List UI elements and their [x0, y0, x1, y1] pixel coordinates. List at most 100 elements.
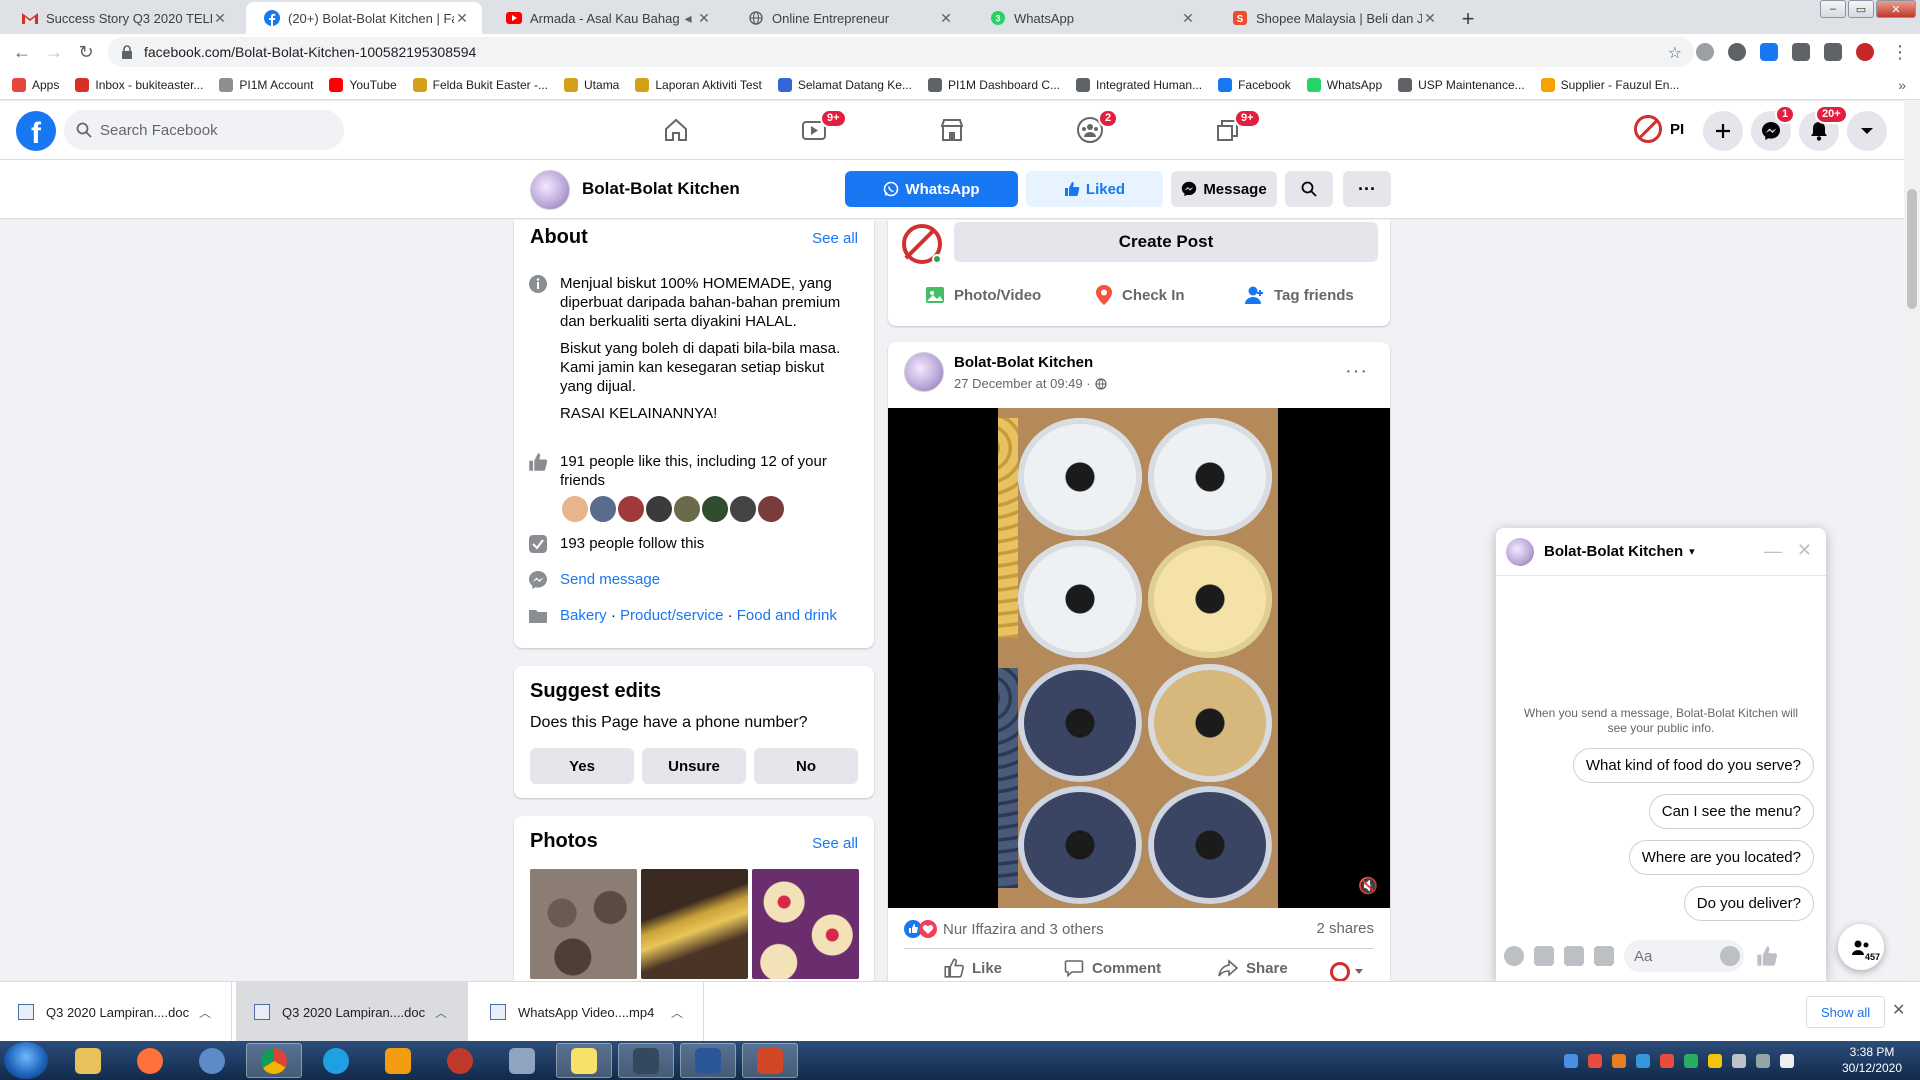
close-window-button[interactable]: ✕ — [1876, 0, 1916, 18]
back-button[interactable]: ← — [8, 38, 36, 66]
nav-marketplace[interactable] — [896, 101, 1008, 159]
tab-facebook[interactable]: (20+) Bolat-Bolat Kitchen | Facebook ✕ — [246, 2, 482, 34]
plus-circle-icon[interactable] — [1504, 946, 1524, 966]
quick-reply-location[interactable]: Where are you located? — [1628, 840, 1814, 875]
bookmark-item[interactable]: Laporan Aktiviti Test — [635, 77, 762, 92]
tag-friends-button[interactable]: Tag friends — [1244, 284, 1354, 306]
new-tab-button[interactable]: + — [1454, 5, 1482, 33]
quick-reply-delivery[interactable]: Do you deliver? — [1683, 886, 1814, 921]
gif-icon[interactable] — [1594, 946, 1614, 966]
bookmark-item[interactable]: PI1M Dashboard C... — [927, 77, 1060, 92]
bookmark-item[interactable]: Selamat Datang Ke... — [777, 77, 912, 92]
quick-reply-menu[interactable]: Can I see the menu? — [1648, 794, 1814, 829]
bookmark-item[interactable]: Apps — [12, 77, 59, 92]
download-item[interactable]: Q3 2020 Lampiran....doc ︿ — [236, 982, 468, 1042]
taskbar-ie[interactable] — [308, 1043, 364, 1078]
friend-avatar[interactable] — [756, 494, 786, 524]
bookmark-item[interactable]: Felda Bukit Easter -... — [412, 77, 548, 92]
show-all-downloads-button[interactable]: Show all — [1806, 996, 1886, 1028]
sticker-icon[interactable] — [1564, 946, 1584, 966]
bookmark-item[interactable]: YouTube — [329, 77, 397, 92]
about-send-message-row[interactable]: Send message — [528, 570, 660, 590]
friend-avatar[interactable] — [588, 494, 618, 524]
account-menu-button[interactable] — [1847, 111, 1887, 151]
search-box[interactable] — [64, 110, 344, 150]
photo-thumbnail[interactable] — [752, 869, 859, 979]
download-item[interactable]: WhatsApp Video....mp4 ︿ — [472, 982, 704, 1042]
tray-icon[interactable] — [1588, 1054, 1602, 1068]
action-center-flag-icon[interactable] — [1732, 1054, 1746, 1068]
page-avatar[interactable] — [530, 170, 570, 210]
page-more-button[interactable]: ··· — [1343, 171, 1391, 207]
tray-icon[interactable] — [1612, 1054, 1626, 1068]
friend-avatar[interactable] — [672, 494, 702, 524]
download-item[interactable]: Q3 2020 Lampiran....doc ︿ — [0, 982, 232, 1042]
unsure-button[interactable]: Unsure — [642, 748, 746, 784]
translate-extension-icon[interactable] — [1696, 43, 1714, 61]
message-button[interactable]: Message — [1171, 171, 1277, 207]
close-icon[interactable]: ✕ — [1180, 10, 1196, 27]
close-icon[interactable]: ✕ — [938, 10, 954, 27]
bookmark-item[interactable]: Inbox - bukiteaster... — [75, 77, 203, 92]
post-shares-count[interactable]: 2 shares — [1316, 920, 1374, 937]
taskbar-snipping[interactable] — [432, 1043, 488, 1078]
taskbar-clock[interactable]: 3:38 PM 30/12/2020 — [1832, 1044, 1912, 1076]
mute-icon[interactable]: 🔇 — [1358, 876, 1378, 896]
tray-icon[interactable] — [1564, 1054, 1578, 1068]
post-author-avatar[interactable] — [904, 352, 944, 392]
about-see-all-link[interactable]: See all — [812, 230, 858, 247]
category-link[interactable]: Bakery — [560, 607, 607, 624]
taskbar-word[interactable] — [680, 1043, 736, 1078]
bookmark-item[interactable]: USP Maintenance... — [1398, 77, 1525, 92]
tray-icon[interactable] — [1660, 1054, 1674, 1068]
no-button[interactable]: No — [754, 748, 858, 784]
whatsapp-button[interactable]: WhatsApp — [845, 171, 1018, 207]
reaction-as-page-selector[interactable] — [1330, 962, 1364, 981]
category-link[interactable]: Food and drink — [737, 607, 837, 624]
taskbar-network[interactable] — [184, 1043, 240, 1078]
photo-thumbnail[interactable] — [530, 869, 637, 979]
friend-avatar[interactable] — [616, 494, 646, 524]
taskbar-calculator[interactable] — [494, 1043, 550, 1078]
taskbar-chrome[interactable] — [246, 1043, 302, 1078]
nav-watch[interactable]: 9+ — [758, 101, 870, 159]
post-video[interactable]: 🔇 — [888, 408, 1390, 908]
tab-youtube[interactable]: Armada - Asal Kau Bahagia (Official ◂ ✕ — [488, 2, 724, 34]
chevron-up-icon[interactable]: ︿ — [435, 1004, 447, 1021]
reading-list-icon[interactable] — [1824, 43, 1842, 61]
friend-avatar[interactable] — [728, 494, 758, 524]
yes-button[interactable]: Yes — [530, 748, 634, 784]
taskbar-sticky-notes[interactable] — [556, 1043, 612, 1078]
page-search-button[interactable] — [1285, 171, 1333, 207]
tray-icon[interactable] — [1708, 1054, 1722, 1068]
scrollbar-thumb[interactable] — [1907, 189, 1917, 309]
like-button[interactable]: Like — [944, 958, 1002, 978]
create-button[interactable] — [1703, 111, 1743, 151]
emoji-icon[interactable] — [1720, 946, 1740, 966]
bookmark-item[interactable]: Facebook — [1218, 77, 1291, 92]
minimize-button[interactable]: – — [1820, 0, 1846, 18]
close-shelf-icon[interactable]: ✕ — [1892, 1000, 1905, 1020]
check-in-button[interactable]: Check In — [1094, 284, 1185, 306]
tray-icon[interactable] — [1636, 1054, 1650, 1068]
category-link[interactable]: Product/service — [620, 607, 723, 624]
bookmark-item[interactable]: WhatsApp — [1306, 77, 1382, 92]
messenger-button[interactable]: 1 — [1751, 105, 1796, 151]
more-menu-icon[interactable]: ⋮ — [1886, 38, 1914, 66]
thumbs-up-icon[interactable] — [1756, 945, 1778, 967]
close-icon[interactable]: ✕ — [454, 10, 470, 27]
volume-icon[interactable] — [1780, 1054, 1794, 1068]
send-message-link[interactable]: Send message — [560, 570, 660, 590]
chat-header[interactable]: Bolat-Bolat Kitchen ▾ — ✕ — [1496, 528, 1826, 576]
post-options-icon[interactable]: ··· — [1345, 360, 1368, 383]
mute-icon[interactable]: ◂ — [680, 10, 696, 27]
start-button[interactable] — [4, 1042, 48, 1079]
close-icon[interactable]: ✕ — [1422, 10, 1438, 27]
chevron-down-icon[interactable]: ▾ — [1689, 545, 1695, 558]
reload-button[interactable]: ↻ — [72, 38, 100, 66]
taskbar-powerpoint[interactable] — [742, 1043, 798, 1078]
taskbar-media-player[interactable] — [370, 1043, 426, 1078]
taskbar-app[interactable] — [618, 1043, 674, 1078]
close-icon[interactable]: ✕ — [696, 10, 712, 27]
taskbar-firefox[interactable] — [122, 1043, 178, 1078]
